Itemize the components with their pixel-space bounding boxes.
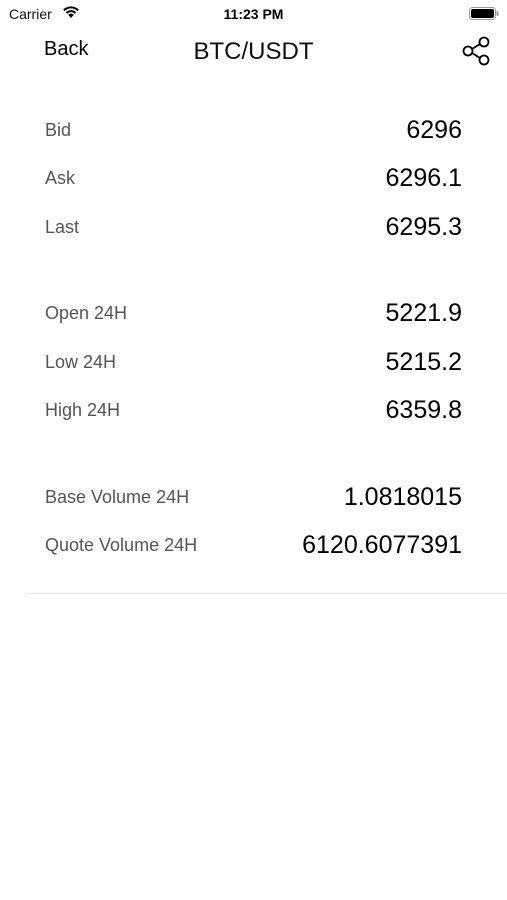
stat-label: Base Volume 24H (45, 486, 190, 507)
stat-row-ask: Ask 6296.1 (0, 155, 507, 204)
stat-label: Quote Volume 24H (45, 535, 198, 556)
stat-value: 6359.8 (385, 396, 462, 425)
stat-label: Low 24H (45, 351, 117, 372)
share-icon[interactable] (459, 34, 493, 68)
range-24h-group: Open 24H 5221.9 Low 24H 5215.2 High 24H … (0, 290, 507, 436)
stat-row-quote-volume: Quote Volume 24H 6120.6077391 (0, 522, 507, 571)
stat-label: High 24H (45, 400, 121, 421)
stat-value: 5215.2 (385, 347, 462, 376)
stat-label: Open 24H (45, 303, 128, 324)
page-title: BTC/USDT (193, 38, 314, 65)
ticker-detail-screen: Carrier 11:23 PM Back BTC/USDT Bid 6296 (0, 0, 507, 900)
stat-value: 5221.9 (385, 299, 462, 328)
stat-row-high-24h: High 24H 6359.8 (0, 387, 507, 436)
battery-icon (469, 7, 499, 20)
stat-value: 6296 (406, 115, 462, 144)
stat-label: Bid (45, 119, 72, 140)
navigation-bar: Back BTC/USDT (0, 28, 507, 76)
section-divider (26, 593, 507, 594)
ticker-stats: Bid 6296 Ask 6296.1 Last 6295.3 Open 24H… (0, 106, 507, 608)
stat-row-base-volume: Base Volume 24H 1.0818015 (0, 473, 507, 522)
stat-value: 6296.1 (385, 164, 462, 193)
stat-value: 1.0818015 (343, 482, 462, 511)
stat-value: 6120.6077391 (302, 531, 462, 560)
stat-label: Ask (45, 168, 76, 189)
stat-row-low-24h: Low 24H 5215.2 (0, 338, 507, 387)
stat-label: Last (45, 216, 80, 237)
volume-group: Base Volume 24H 1.0818015 Quote Volume 2… (0, 473, 507, 570)
status-time: 11:23 PM (223, 6, 284, 22)
stat-row-last: Last 6295.3 (0, 203, 507, 252)
stat-value: 6295.3 (385, 212, 462, 241)
stat-row-open-24h: Open 24H 5221.9 (0, 290, 507, 339)
price-group: Bid 6296 Ask 6296.1 Last 6295.3 (0, 106, 507, 252)
status-bar: Carrier 11:23 PM (0, 0, 507, 28)
stat-row-bid: Bid 6296 (0, 106, 507, 155)
